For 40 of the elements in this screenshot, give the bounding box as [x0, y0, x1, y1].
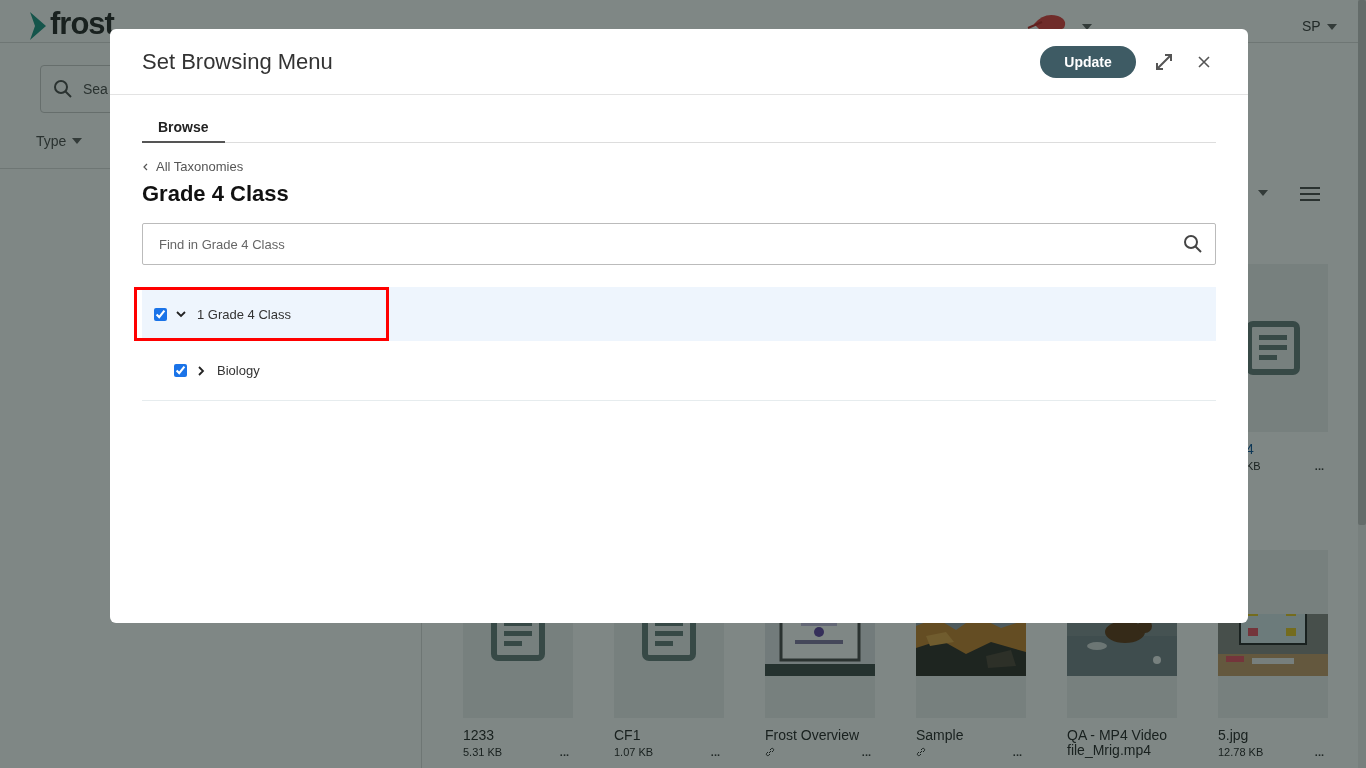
file-size: 5.31 KB: [463, 746, 503, 758]
more-menu[interactable]: ...: [1012, 746, 1022, 758]
file-size: 1.07 KB: [614, 746, 654, 758]
file-name[interactable]: CF1: [614, 728, 724, 743]
find-field[interactable]: Find in Grade 4 Class: [142, 223, 1216, 265]
scrollbar[interactable]: [1358, 0, 1366, 768]
chevron-down-icon[interactable]: [175, 308, 187, 320]
chevron-right-icon[interactable]: [195, 364, 207, 377]
link-icon: [765, 747, 775, 757]
chevron-left-icon: [142, 162, 150, 171]
menu-icon[interactable]: [1300, 186, 1320, 202]
file-name[interactable]: 1233: [463, 728, 573, 743]
more-menu[interactable]: ...: [559, 746, 569, 758]
tree-item-label[interactable]: 1 Grade 4 Class: [197, 306, 291, 322]
taxonomy-heading: Grade 4 Class: [142, 181, 290, 207]
more-menu[interactable]: ...: [1314, 460, 1324, 472]
tab[interactable]: Browse: [142, 115, 225, 143]
tree-checkbox[interactable]: [174, 364, 187, 377]
link-icon: [916, 747, 926, 757]
file-name[interactable]: 5.jpg: [1218, 728, 1328, 743]
tree-checkbox[interactable]: [154, 307, 167, 321]
file-size: 12.78 KB: [1218, 746, 1264, 758]
more-menu[interactable]: ...: [861, 746, 871, 758]
update-button[interactable]: Update: [1040, 45, 1136, 78]
file-name[interactable]: QA - MP4 Video file_Mrig.mp4: [1067, 728, 1177, 758]
user-menu[interactable]: SP: [1301, 18, 1321, 34]
file-name[interactable]: Sample: [916, 728, 1026, 743]
logo-text: frost: [50, 8, 114, 40]
more-menu[interactable]: ...: [710, 746, 720, 758]
tree-item-label[interactable]: Biology: [217, 363, 260, 378]
search-icon: [53, 79, 73, 99]
close-icon: [1197, 54, 1211, 69]
more-menu[interactable]: ...: [1314, 746, 1324, 758]
dialog-title: Set Browsing Menu: [142, 48, 334, 75]
document-icon: [1245, 320, 1301, 376]
back-link[interactable]: All Taxonomies: [142, 159, 244, 174]
expand-icon: [1155, 52, 1173, 71]
file-name[interactable]: Frost Overview: [765, 728, 875, 743]
search-icon[interactable]: [1183, 234, 1203, 254]
type-filter[interactable]: Type: [36, 132, 67, 149]
